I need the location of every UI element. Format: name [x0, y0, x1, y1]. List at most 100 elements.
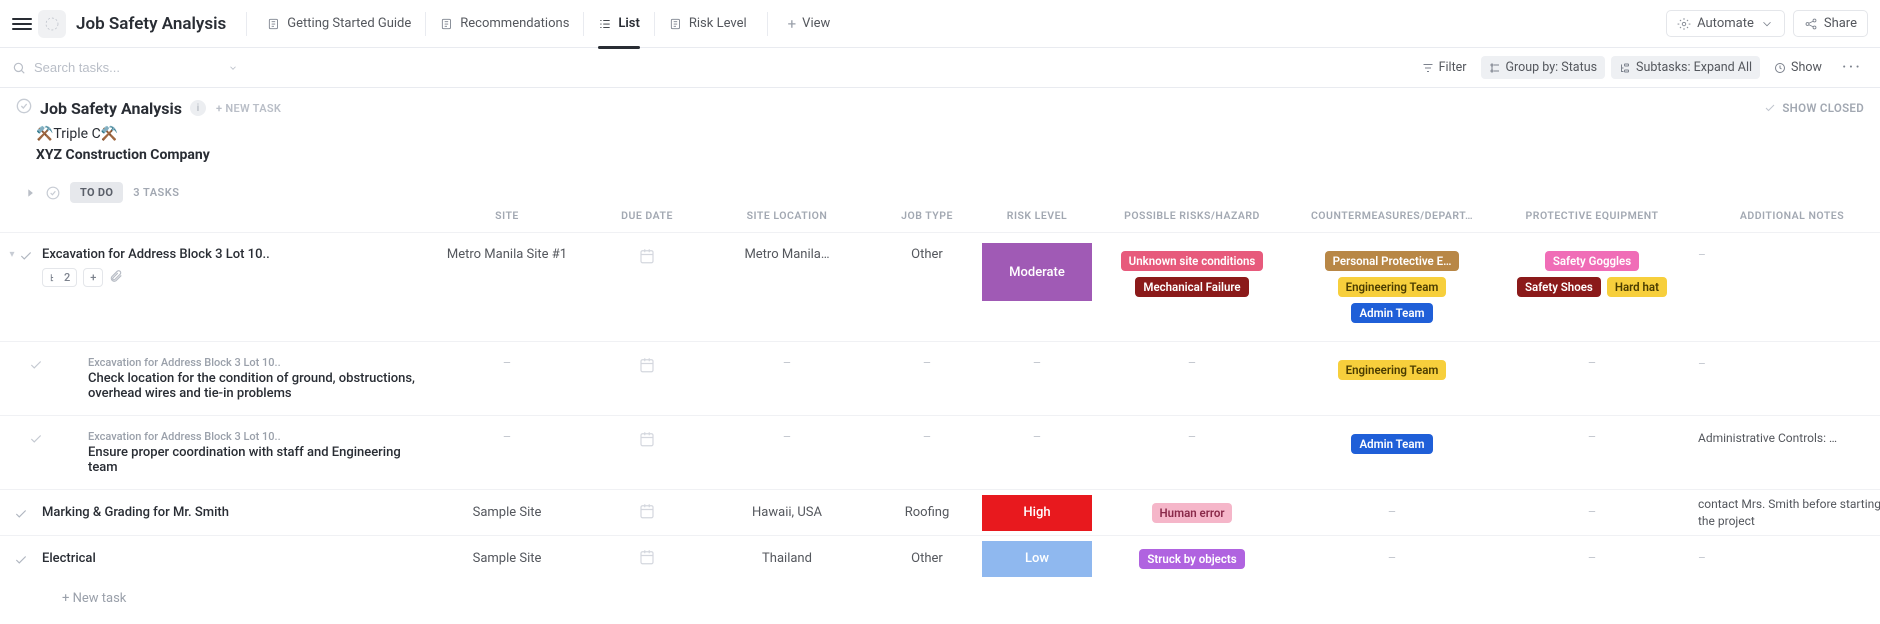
column-header[interactable]: DUE DATE: [592, 209, 702, 222]
complete-check-icon[interactable]: [29, 358, 43, 376]
toolbar: Filter Group by: Status Subtasks: Expand…: [0, 48, 1880, 88]
new-task-row-button[interactable]: + New task: [0, 581, 1880, 624]
task-row[interactable]: Excavation for Address Block 3 Lot 10.. C…: [0, 341, 1880, 415]
site-cell[interactable]: –: [422, 352, 592, 375]
risk-level-cell[interactable]: Low: [982, 541, 1092, 577]
tag[interactable]: Personal Protective E…: [1325, 251, 1460, 271]
status-circle-icon[interactable]: [16, 98, 32, 118]
menu-icon[interactable]: [12, 15, 32, 33]
parent-task-label: Excavation for Address Block 3 Lot 10..: [88, 356, 416, 369]
calendar-icon[interactable]: [638, 502, 656, 524]
column-header[interactable]: SITE: [422, 209, 592, 222]
groupby-button[interactable]: Group by: Status: [1481, 56, 1606, 79]
filter-button[interactable]: Filter: [1414, 56, 1475, 79]
show-button[interactable]: Show: [1766, 56, 1830, 79]
share-button[interactable]: Share: [1793, 10, 1868, 37]
complete-check-icon[interactable]: [14, 507, 28, 525]
notes-cell[interactable]: –: [1698, 550, 1880, 566]
add-subtask-button[interactable]: +: [83, 268, 103, 287]
task-name[interactable]: Excavation for Address Block 3 Lot 10..: [42, 247, 270, 262]
add-view-button[interactable]: + View: [778, 9, 841, 39]
column-header[interactable]: SITE LOCATION: [702, 209, 872, 222]
subtask-count-chip[interactable]: 2: [42, 268, 77, 287]
group-check-icon[interactable]: [46, 186, 60, 200]
risk-level-cell[interactable]: High: [982, 495, 1092, 531]
job-type-cell[interactable]: –: [872, 426, 982, 449]
column-header[interactable]: PROTECTIVE EQUIPMENT: [1492, 209, 1692, 222]
job-type-cell[interactable]: –: [872, 352, 982, 375]
notes-cell[interactable]: Administrative Controls: …: [1698, 430, 1880, 446]
task-row[interactable]: ▾ Excavation for Address Block 3 Lot 10..…: [0, 232, 1880, 341]
complete-check-icon[interactable]: [14, 553, 28, 571]
show-closed-button[interactable]: SHOW CLOSED: [1764, 101, 1864, 115]
task-row[interactable]: Electrical Sample Site ThailandOtherLow Str…: [0, 535, 1880, 581]
topbar: Job Safety Analysis Getting Started Guid…: [0, 0, 1880, 48]
task-name[interactable]: Marking & Grading for Mr. Smith: [42, 505, 229, 520]
automate-button[interactable]: Automate: [1666, 10, 1785, 37]
tag[interactable]: Human error: [1152, 503, 1233, 523]
tag[interactable]: Safety Shoes: [1517, 277, 1601, 297]
expand-caret-icon[interactable]: ▾: [9, 249, 14, 260]
list-title: Job Safety Analysis: [40, 99, 182, 118]
search-field[interactable]: [32, 59, 192, 76]
site-location-cell[interactable]: Hawaii, USA: [702, 501, 872, 524]
column-header[interactable]: POSSIBLE RISKS/HAZARD: [1092, 209, 1292, 222]
view-tab-recommendations[interactable]: Recommendations: [430, 10, 579, 37]
calendar-icon[interactable]: [638, 356, 656, 378]
page-title: Job Safety Analysis: [76, 14, 226, 34]
new-task-top-button[interactable]: + NEW TASK: [216, 102, 281, 115]
chevron-down-icon[interactable]: [228, 63, 238, 73]
space-icon[interactable]: [38, 10, 66, 38]
view-tab-list[interactable]: List: [588, 10, 649, 37]
tag[interactable]: Admin Team: [1351, 434, 1432, 454]
job-type-cell[interactable]: Other: [872, 547, 982, 570]
tag[interactable]: Admin Team: [1351, 303, 1432, 323]
tag[interactable]: Engineering Team: [1338, 277, 1447, 297]
column-headers: SITEDUE DATESITE LOCATIONJOB TYPERISK LE…: [0, 207, 1880, 232]
site-cell[interactable]: –: [422, 426, 592, 449]
task-row[interactable]: Excavation for Address Block 3 Lot 10..E…: [0, 415, 1880, 489]
info-icon[interactable]: i: [190, 100, 206, 116]
attachment-icon[interactable]: [109, 269, 123, 287]
tag[interactable]: Struck by objects: [1139, 549, 1244, 569]
notes-cell[interactable]: –: [1698, 356, 1880, 372]
task-name[interactable]: Ensure proper coordination with staff an…: [88, 445, 401, 475]
site-cell[interactable]: Sample Site: [422, 547, 592, 570]
column-header[interactable]: COUNTERMEASURES/DEPART…: [1292, 209, 1492, 222]
site-location-cell[interactable]: Metro Manila…: [702, 243, 872, 266]
calendar-icon[interactable]: [638, 430, 656, 452]
site-cell[interactable]: Sample Site: [422, 501, 592, 524]
view-tab-risk-level[interactable]: Risk Level: [659, 10, 757, 37]
notes-cell[interactable]: –: [1698, 247, 1880, 263]
subtasks-button[interactable]: Subtasks: Expand All: [1611, 56, 1760, 79]
search-input[interactable]: [12, 59, 238, 76]
column-header[interactable]: JOB TYPE: [872, 209, 982, 222]
task-name[interactable]: Check location for the condition of grou…: [88, 371, 415, 401]
tag[interactable]: Engineering Team: [1338, 360, 1447, 380]
site-cell[interactable]: Metro Manila Site #1: [422, 243, 592, 266]
job-type-cell[interactable]: Other: [872, 243, 982, 266]
risk-level-cell[interactable]: Moderate: [982, 243, 1092, 301]
more-icon[interactable]: ···: [1836, 57, 1868, 78]
tag[interactable]: Safety Goggles: [1545, 251, 1639, 271]
complete-check-icon[interactable]: [19, 249, 33, 267]
complete-check-icon[interactable]: [29, 432, 43, 450]
status-pill[interactable]: TO DO: [70, 182, 123, 203]
tag[interactable]: Unknown site conditions: [1121, 251, 1264, 271]
task-name[interactable]: Electrical: [42, 551, 96, 566]
site-location-cell[interactable]: Thailand: [702, 547, 872, 570]
site-location-cell[interactable]: –: [702, 426, 872, 449]
task-row[interactable]: Marking & Grading for Mr. Smith Sample Si…: [0, 489, 1880, 535]
collapse-caret-icon[interactable]: [26, 188, 36, 198]
column-header[interactable]: ADDITIONAL NOTES: [1692, 209, 1880, 222]
calendar-icon[interactable]: [638, 247, 656, 269]
notes-cell[interactable]: contact Mrs. Smith before starting the p…: [1698, 496, 1880, 528]
calendar-icon[interactable]: [638, 548, 656, 570]
job-type-cell[interactable]: Roofing: [872, 501, 982, 524]
meta-line-2: XYZ Construction Company: [36, 145, 1880, 166]
tag[interactable]: Mechanical Failure: [1135, 277, 1248, 297]
column-header[interactable]: RISK LEVEL: [982, 209, 1092, 222]
view-tab-getting-started-guide[interactable]: Getting Started Guide: [257, 10, 421, 37]
site-location-cell[interactable]: –: [702, 352, 872, 375]
tag[interactable]: Hard hat: [1607, 277, 1667, 297]
